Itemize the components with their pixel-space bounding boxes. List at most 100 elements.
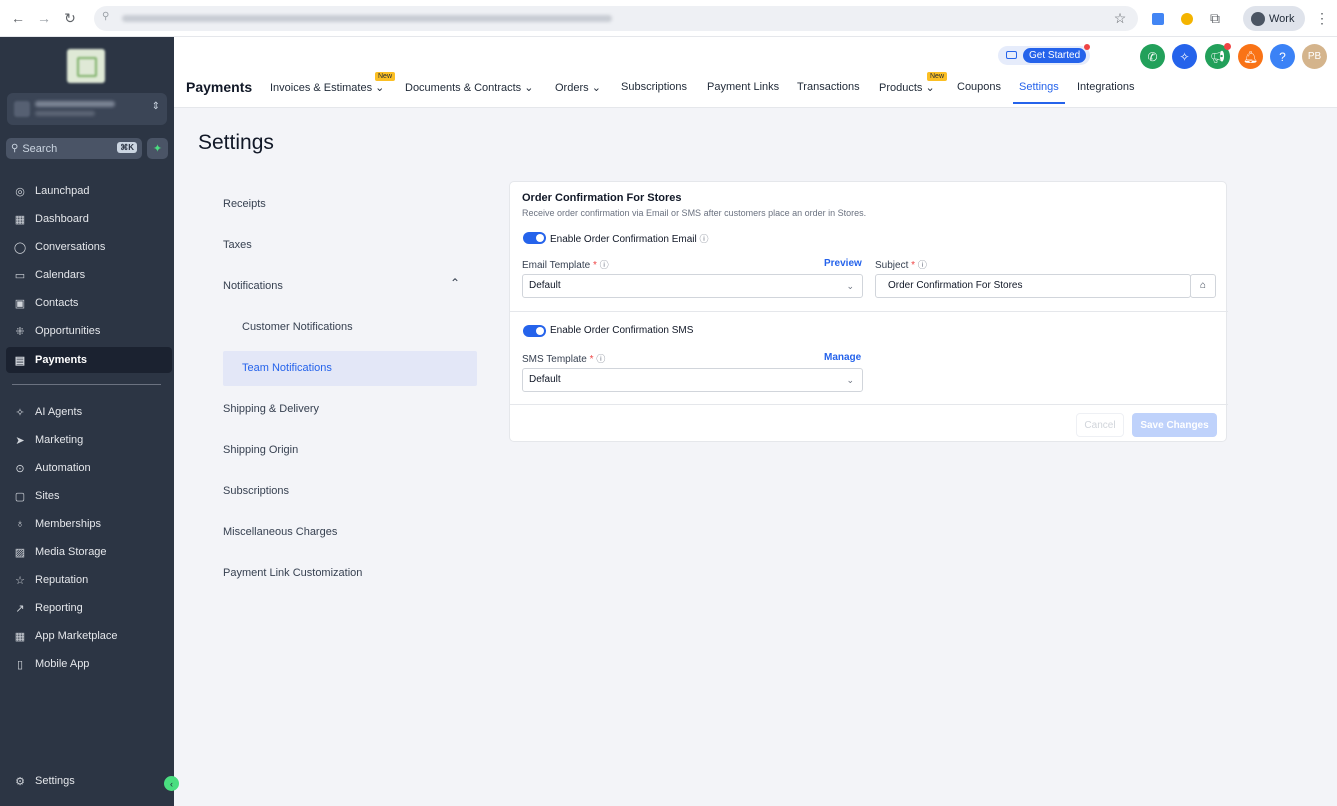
email-toggle[interactable]: [523, 232, 546, 244]
active-tab-indicator: [1013, 102, 1065, 104]
sidebar-item-label: Memberships: [35, 518, 102, 530]
notifications-button[interactable]: 🔔︎: [1238, 44, 1263, 69]
settings-nav-team-notifications[interactable]: Team Notifications: [242, 362, 332, 374]
email-template-select[interactable]: Default ⌄: [522, 274, 863, 298]
sidebar-item-reporting[interactable]: ↗ Reporting: [6, 596, 172, 620]
merge-tag-button[interactable]: ⌂: [1190, 274, 1216, 298]
chevron-down-icon: ⌄: [375, 82, 385, 94]
collapse-sidebar-button[interactable]: ‹: [164, 776, 179, 791]
settings-nav-notifications[interactable]: Notifications: [223, 280, 283, 292]
chevron-down-icon: ⌄: [846, 375, 854, 385]
profile-chip[interactable]: Work: [1243, 6, 1305, 31]
sms-toggle[interactable]: [523, 325, 546, 337]
get-started-button[interactable]: Get Started: [998, 44, 1090, 65]
trend-icon: ↗: [15, 602, 25, 615]
settings-nav-customer-notifications[interactable]: Customer Notifications: [242, 321, 353, 333]
sidebar-item-memberships[interactable]: ♁ Memberships: [6, 512, 172, 536]
announcements-button[interactable]: 📢︎: [1205, 43, 1231, 69]
sidebar-item-ai-agents[interactable]: ✧ AI Agents: [6, 400, 172, 424]
address-bar[interactable]: ⚲: [94, 6, 1138, 31]
search-input[interactable]: ⚲ Search ⌘K: [6, 138, 142, 159]
sidebar-item-mobile-app[interactable]: ▯ Mobile App: [6, 652, 172, 676]
sms-template-label: SMS Template * ⓘ: [522, 352, 605, 365]
sms-template-select[interactable]: Default ⌄: [522, 368, 863, 392]
label-text: Enable Order Confirmation Email: [550, 234, 697, 245]
preview-link[interactable]: Preview: [824, 258, 862, 269]
manage-link[interactable]: Manage: [824, 352, 861, 363]
account-name: [35, 101, 115, 107]
divider: [510, 311, 1228, 312]
sidebar-item-marketing[interactable]: ➤ Marketing: [6, 428, 172, 452]
sidebar-item-label: Dashboard: [35, 213, 89, 225]
phone-button[interactable]: ✆: [1140, 44, 1165, 69]
page-brand: Payments: [186, 79, 253, 95]
tab-integrations[interactable]: Integrations: [1077, 81, 1134, 93]
sidebar-item-settings[interactable]: ⚙ Settings: [6, 769, 172, 793]
sidebar-item-automation[interactable]: ⊙ Automation: [6, 456, 172, 480]
settings-nav-receipts[interactable]: Receipts: [223, 198, 266, 210]
star-icon[interactable]: ☆: [1112, 6, 1128, 31]
sidebar-item-sites[interactable]: ▢ Sites: [6, 484, 172, 508]
settings-nav-shipping-delivery[interactable]: Shipping & Delivery: [223, 403, 319, 415]
back-icon[interactable]: ←: [8, 8, 28, 28]
shortcut-badge: ⌘K: [117, 142, 137, 153]
save-changes-button[interactable]: Save Changes: [1132, 413, 1217, 437]
sidebar-item-app-marketplace[interactable]: ▦ App Marketplace: [6, 624, 172, 648]
contacts-icon: ▣: [14, 297, 26, 310]
tab-label: Documents & Contracts: [405, 82, 522, 94]
tab-transactions[interactable]: Transactions: [797, 81, 860, 93]
sidebar-item-calendars[interactable]: ▭ Calendars: [6, 263, 172, 287]
sidebar-item-reputation[interactable]: ☆ Reputation: [6, 568, 172, 592]
opportunities-icon: ⁜: [15, 325, 25, 338]
subject-label: Subject * ⓘ: [875, 258, 927, 271]
tab-documents-contracts[interactable]: Documents & Contracts ⌄: [405, 81, 533, 94]
user-avatar[interactable]: PB: [1302, 44, 1327, 69]
sidebar-item-conversations[interactable]: ◯ Conversations: [6, 235, 172, 259]
tab-label: Products: [879, 82, 923, 94]
rocket-icon: ◎: [15, 185, 25, 198]
sidebar-item-launchpad[interactable]: ◎ Launchpad: [6, 179, 172, 203]
avatar: [1251, 11, 1265, 26]
tab-settings[interactable]: Settings: [1019, 81, 1059, 93]
settings-nav-misc-charges[interactable]: Miscellaneous Charges: [223, 526, 337, 538]
extension-icon[interactable]: [1179, 6, 1195, 31]
avatar-initials: PB: [1307, 51, 1322, 62]
tab-label: Subscriptions: [621, 81, 688, 93]
chevron-down-icon: ⌄: [846, 281, 854, 291]
sidebar-item-payments[interactable]: ▤ Payments: [6, 347, 172, 373]
sidebar-item-dashboard[interactable]: ▦ Dashboard: [6, 207, 172, 231]
tab-invoices-estimates[interactable]: Invoices & Estimates ⌄: [270, 81, 384, 94]
settings-nav-payment-link-customization[interactable]: Payment Link Customization: [223, 567, 362, 579]
automation-icon: ⊙: [15, 462, 25, 475]
settings-nav-subscriptions[interactable]: Subscriptions: [223, 485, 289, 497]
tab-products[interactable]: Products ⌄: [879, 81, 935, 94]
help-button[interactable]: ?: [1270, 44, 1295, 69]
subject-input[interactable]: Order Confirmation For Stores: [875, 274, 1191, 298]
cancel-button[interactable]: Cancel: [1076, 413, 1124, 437]
company-logo[interactable]: [67, 49, 105, 83]
tab-subscriptions[interactable]: Subscriptions: [621, 81, 687, 93]
tab-coupons[interactable]: Coupons: [957, 81, 1001, 93]
puzzle-icon[interactable]: ⧉: [1207, 6, 1223, 31]
sidebar-item-label: Launchpad: [35, 185, 90, 197]
menu-icon[interactable]: ⋮: [1314, 6, 1330, 31]
forward-icon[interactable]: →: [34, 8, 54, 28]
reload-icon[interactable]: ↻: [60, 8, 80, 28]
chevron-up-icon[interactable]: ⌃: [450, 276, 460, 290]
order-confirmation-card: Order Confirmation For Stores Receive or…: [509, 181, 1228, 442]
sidebar-item-contacts[interactable]: ▣ Contacts: [6, 291, 172, 315]
extension-icon[interactable]: [1150, 6, 1166, 31]
sidebar-item-media-storage[interactable]: ▨ Media Storage: [6, 540, 172, 564]
ai-assistant-button[interactable]: ✧: [1172, 44, 1197, 69]
phone-icon: ▯: [16, 658, 24, 671]
account-switcher[interactable]: ⇕: [7, 93, 167, 125]
sidebar-item-opportunities[interactable]: ⁜ Opportunities: [6, 319, 172, 343]
tab-orders[interactable]: Orders ⌄: [555, 81, 601, 94]
settings-nav-taxes[interactable]: Taxes: [223, 239, 252, 251]
ai-sparkle-button[interactable]: ✦: [147, 138, 168, 159]
info-icon: ⓘ: [699, 234, 709, 244]
sidebar-item-label: Reporting: [35, 602, 83, 614]
tab-payment-links[interactable]: Payment Links: [707, 81, 779, 93]
settings-nav-shipping-origin[interactable]: Shipping Origin: [223, 444, 298, 456]
site-info-icon[interactable]: ⚲: [102, 11, 109, 22]
